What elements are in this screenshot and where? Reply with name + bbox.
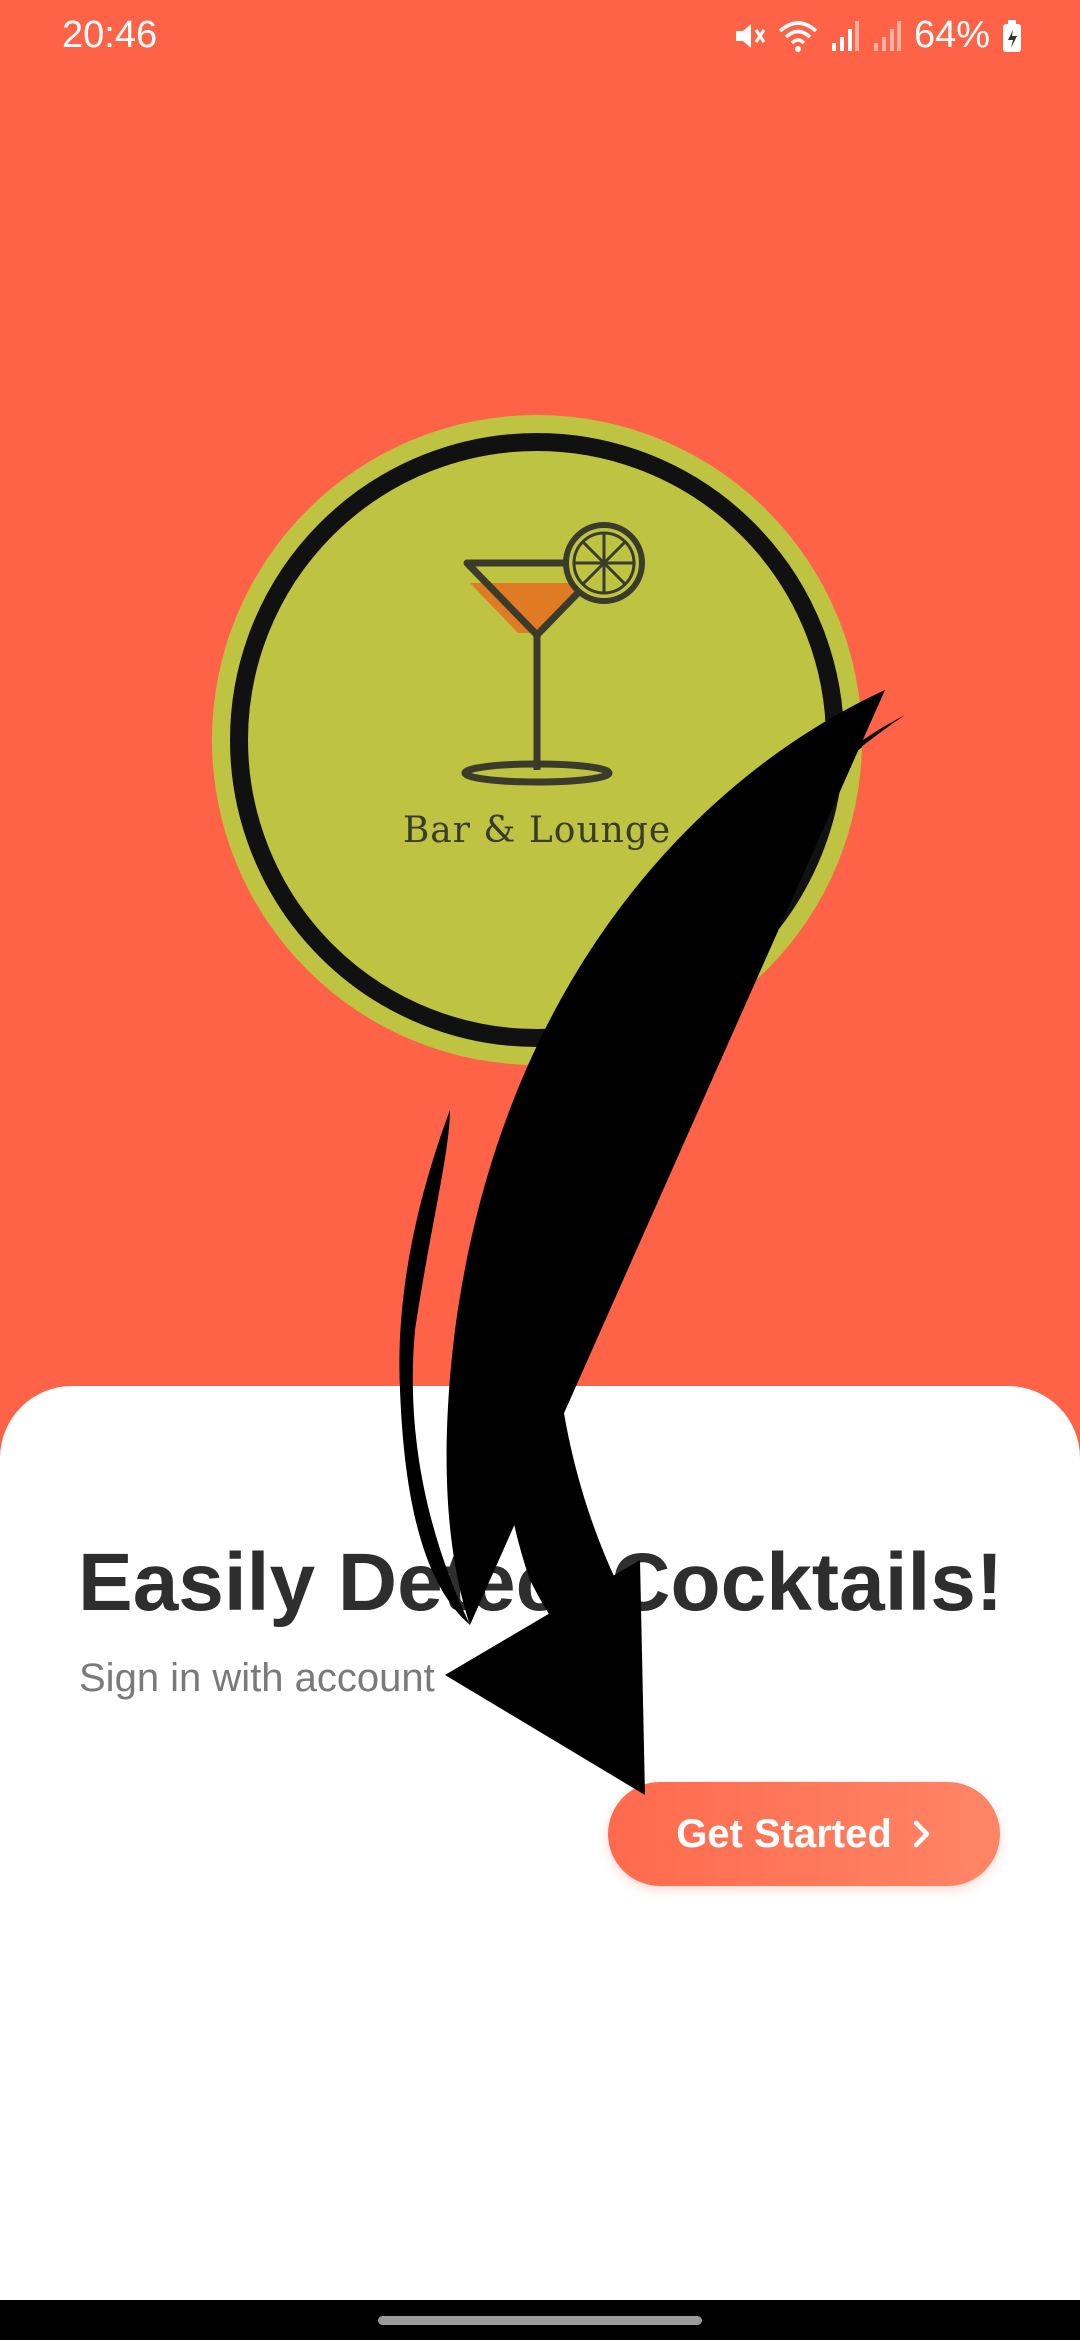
cocktail-glass-icon [212, 415, 862, 1065]
welcome-sheet: Easily Detect Cocktails! Sign in with ac… [0, 1386, 1080, 2340]
wifi-icon [778, 20, 818, 52]
headline: Easily Detect Cocktails! [78, 1537, 1004, 1628]
home-indicator[interactable] [378, 2316, 702, 2325]
signal-icon [831, 20, 859, 51]
welcome-screen: 20:46 64% Bar & Lounge Easily Detect Coc… [0, 0, 1080, 2340]
bar-lounge-logo: Bar & Lounge [212, 415, 862, 1065]
status-bar: 20:46 64% [0, 0, 1080, 80]
get-started-button[interactable]: Get Started [608, 1782, 1000, 1886]
navigation-bar [0, 2300, 1080, 2340]
get-started-label: Get Started [676, 1811, 892, 1856]
status-icons: 64% [732, 14, 1022, 57]
mute-icon [735, 23, 766, 48]
logo-label: Bar & Lounge [402, 810, 672, 851]
battery-icon [1003, 19, 1021, 52]
status-time: 20:46 [62, 14, 158, 56]
subtitle: Sign in with account [79, 1656, 435, 1700]
battery-percent: 64% [913, 14, 990, 56]
chevron-right-icon [913, 1820, 930, 1848]
signal-icon-2 [873, 20, 901, 51]
